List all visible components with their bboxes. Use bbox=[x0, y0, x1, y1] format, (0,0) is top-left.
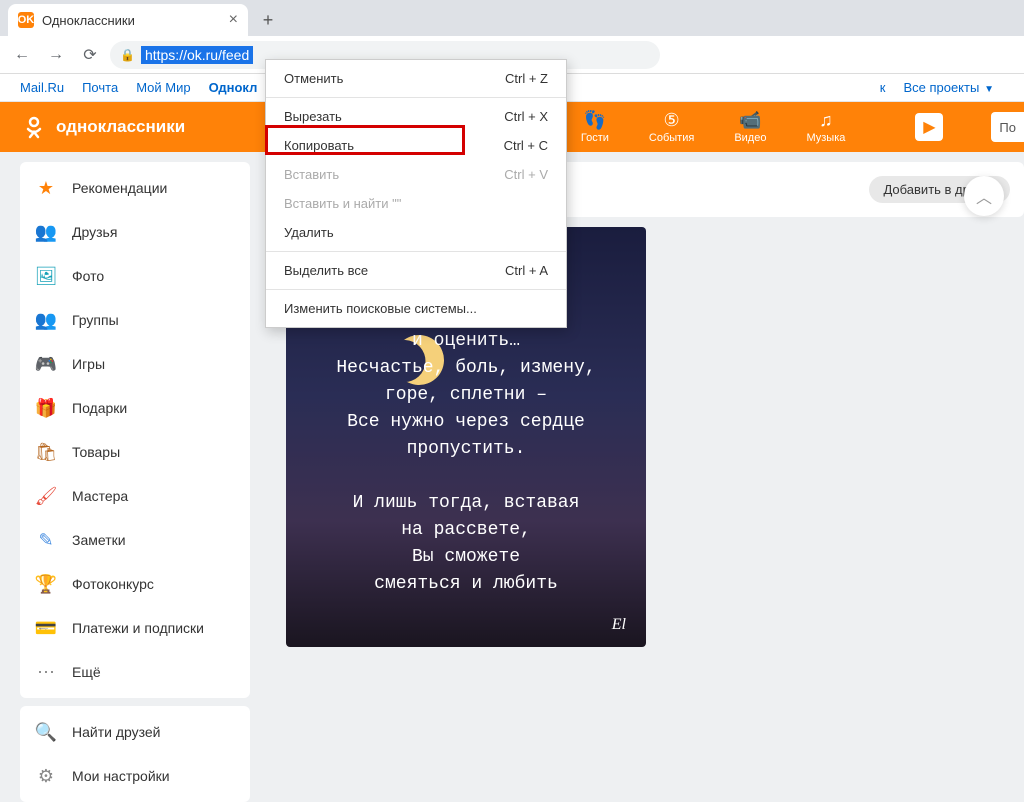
ok-logo-icon bbox=[20, 113, 48, 141]
sidebar-item-groups[interactable]: 👥Группы bbox=[20, 298, 250, 342]
sidebar-item-more[interactable]: ⋯Ещё bbox=[20, 650, 250, 694]
sidebar-secondary: 🔍Найти друзей ⚙Мои настройки bbox=[20, 706, 250, 802]
post-signature: El bbox=[612, 613, 626, 637]
sidebar-item-goods[interactable]: 🛍Товары bbox=[20, 430, 250, 474]
music-icon: ♫ bbox=[819, 110, 833, 130]
hdr-music[interactable]: ♫Музыка bbox=[806, 110, 845, 144]
events-icon: ⑤ bbox=[664, 110, 680, 130]
toplink-odnoklassniki[interactable]: Однокл bbox=[209, 80, 258, 95]
groups-icon: 👥 bbox=[34, 308, 58, 332]
context-menu: ОтменитьCtrl + Z ВырезатьCtrl + X Копиро… bbox=[265, 59, 567, 328]
ctx-separator bbox=[266, 97, 566, 98]
sidebar-item-photocontest[interactable]: 🏆Фотоконкурс bbox=[20, 562, 250, 606]
toplink-mailru[interactable]: Mail.Ru bbox=[20, 80, 64, 95]
sidebar-item-settings[interactable]: ⚙Мои настройки bbox=[20, 754, 250, 798]
search-icon: 🔍 bbox=[34, 720, 58, 744]
gear-icon: ⚙ bbox=[34, 764, 58, 788]
notes-icon: ✎ bbox=[34, 528, 58, 552]
browser-tab[interactable]: OK Одноклассники × bbox=[8, 4, 248, 36]
url-text: https://ok.ru/feed bbox=[141, 46, 253, 64]
forward-button[interactable]: → bbox=[42, 41, 70, 69]
sidebar-item-masters[interactable]: 🖌Мастера bbox=[20, 474, 250, 518]
hdr-guests[interactable]: 👣Гости bbox=[581, 110, 609, 144]
browser-tabs: OK Одноклассники × + bbox=[0, 0, 1024, 36]
chevron-down-icon: ▼ bbox=[981, 84, 994, 95]
masters-icon: 🖌 bbox=[34, 484, 58, 508]
toplink-projects[interactable]: Все проекты ▼ bbox=[903, 80, 994, 95]
lock-icon: 🔒 bbox=[120, 48, 135, 62]
ctx-cut[interactable]: ВырезатьCtrl + X bbox=[266, 102, 566, 131]
sidebar-item-gifts[interactable]: 🎁Подарки bbox=[20, 386, 250, 430]
toplink-mail[interactable]: Почта bbox=[82, 80, 118, 95]
gifts-icon: 🎁 bbox=[34, 396, 58, 420]
toplink-search-k[interactable]: к bbox=[880, 80, 886, 95]
photos-icon: 🖼 bbox=[34, 264, 58, 288]
payments-icon: 💳 bbox=[34, 616, 58, 640]
more-icon: ⋯ bbox=[34, 660, 58, 684]
sidebar-item-find-friends[interactable]: 🔍Найти друзей bbox=[20, 710, 250, 754]
ctx-copy[interactable]: КопироватьCtrl + C bbox=[266, 131, 566, 160]
back-button[interactable]: ← bbox=[8, 41, 36, 69]
brand-text: одноклассники bbox=[56, 117, 185, 137]
new-tab-button[interactable]: + bbox=[254, 6, 282, 34]
friends-icon: 👥 bbox=[34, 220, 58, 244]
close-tab-icon[interactable]: × bbox=[229, 11, 238, 29]
recommendations-icon: ★ bbox=[34, 176, 58, 200]
site-logo[interactable]: одноклассники bbox=[20, 113, 185, 141]
sidebar-item-photos[interactable]: 🖼Фото bbox=[20, 254, 250, 298]
toplink-mymir[interactable]: Мой Мир bbox=[136, 80, 190, 95]
ctx-delete[interactable]: Удалить bbox=[266, 218, 566, 247]
hdr-video[interactable]: 📹Видео bbox=[734, 110, 766, 144]
ctx-separator bbox=[266, 251, 566, 252]
sidebar-item-friends[interactable]: 👥Друзья bbox=[20, 210, 250, 254]
sidebar-item-games[interactable]: 🎮Игры bbox=[20, 342, 250, 386]
video-icon: 📹 bbox=[739, 110, 761, 130]
tab-title: Одноклассники bbox=[42, 13, 135, 28]
games-icon: 🎮 bbox=[34, 352, 58, 376]
sidebar-item-notes[interactable]: ✎Заметки bbox=[20, 518, 250, 562]
ctx-search-engines[interactable]: Изменить поисковые системы... bbox=[266, 294, 566, 323]
scroll-top-button[interactable]: ︿ bbox=[964, 176, 1004, 216]
sidebar-nav: ★Рекомендации 👥Друзья 🖼Фото 👥Группы 🎮Игр… bbox=[20, 162, 250, 698]
play-button[interactable]: ▶ bbox=[915, 113, 943, 141]
ok-favicon: OK bbox=[18, 12, 34, 28]
ctx-paste: ВставитьCtrl + V bbox=[266, 160, 566, 189]
goods-icon: 🛍 bbox=[34, 440, 58, 464]
ctx-paste-search: Вставить и найти "" bbox=[266, 189, 566, 218]
reload-button[interactable]: ⟳ bbox=[76, 41, 104, 69]
sidebar-item-recommendations[interactable]: ★Рекомендации bbox=[20, 166, 250, 210]
ctx-select-all[interactable]: Выделить всеCtrl + A bbox=[266, 256, 566, 285]
post-button[interactable]: По bbox=[991, 112, 1024, 142]
guests-icon: 👣 bbox=[584, 110, 606, 130]
hdr-events[interactable]: ⑤События bbox=[649, 110, 694, 144]
sidebar-item-payments[interactable]: 💳Платежи и подписки bbox=[20, 606, 250, 650]
trophy-icon: 🏆 bbox=[34, 572, 58, 596]
ctx-separator bbox=[266, 289, 566, 290]
ctx-undo[interactable]: ОтменитьCtrl + Z bbox=[266, 64, 566, 93]
